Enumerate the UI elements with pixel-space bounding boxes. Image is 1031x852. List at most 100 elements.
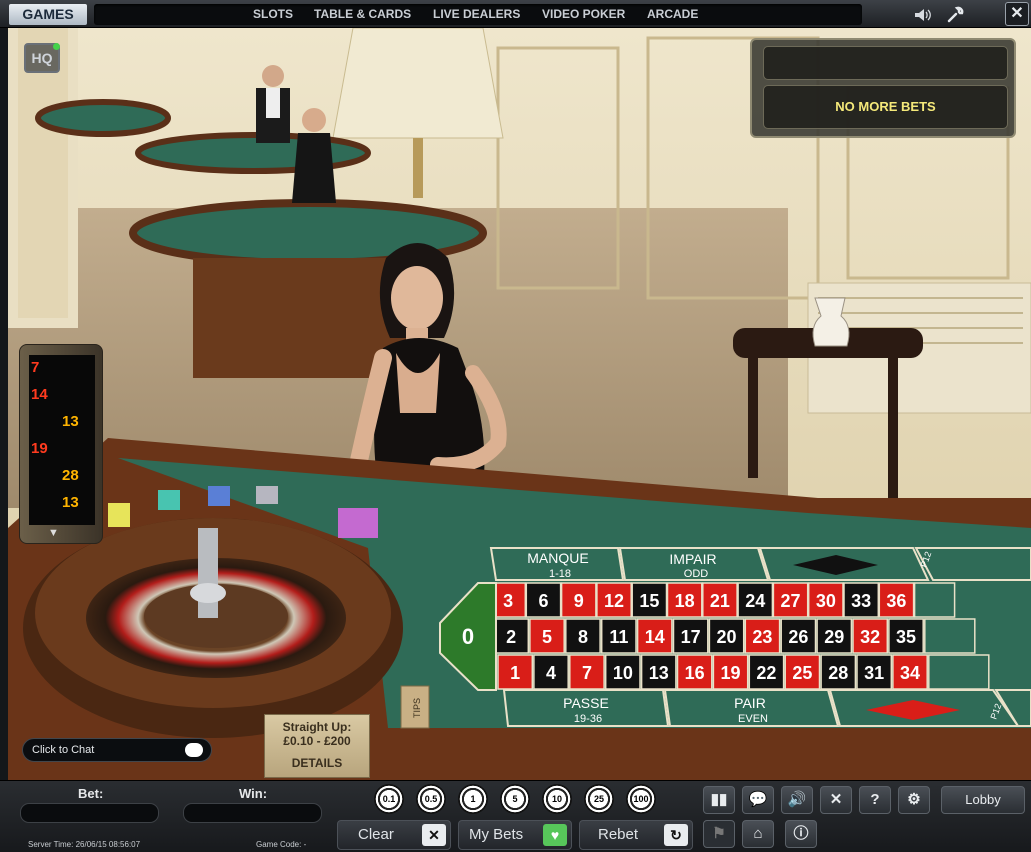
number-label: 35: [896, 627, 916, 647]
history-result: 13: [62, 413, 79, 430]
nav-item-live-dealers[interactable]: LIVE DEALERS: [433, 4, 520, 25]
number-label: 30: [816, 591, 836, 611]
column-bet-spot[interactable]: [924, 618, 976, 654]
number-label: 33: [851, 591, 871, 611]
number-label: 9: [574, 591, 584, 611]
number-label: 32: [860, 627, 880, 647]
chat-placeholder: Click to Chat: [32, 744, 95, 756]
close-icon: ✕: [1010, 5, 1024, 22]
passe-label: PASSE: [563, 695, 609, 711]
wrench-icon[interactable]: [944, 4, 966, 25]
my-bets-label: My Bets: [469, 826, 524, 843]
nav-item-video-poker[interactable]: VIDEO POKER: [542, 4, 625, 25]
bet-label: Bet:: [78, 786, 104, 801]
pair-label: PAIR: [734, 695, 766, 711]
number-label: 27: [781, 591, 801, 611]
number-label: 16: [685, 663, 705, 683]
home-icon: ⌂: [753, 825, 763, 842]
chevron-down-icon[interactable]: ▼: [48, 527, 59, 539]
chip-1[interactable]: 1: [458, 784, 488, 814]
rebet-button[interactable]: Rebet ↻: [579, 820, 693, 850]
number-label: 23: [752, 627, 772, 647]
number-label: 12: [604, 591, 624, 611]
number-label: 18: [675, 591, 695, 611]
clear-button[interactable]: Clear ✕: [337, 820, 451, 850]
nav-item-table-cards[interactable]: TABLE & CARDS: [314, 4, 411, 25]
settings-button[interactable]: ⚙: [898, 786, 930, 814]
chip-5[interactable]: 5: [500, 784, 530, 814]
number-label: 34: [900, 663, 920, 683]
manque-range: 1-18: [549, 568, 571, 580]
chip-100[interactable]: 100: [626, 784, 656, 814]
top-dozen-bet-spot[interactable]: [914, 547, 1031, 581]
info-button[interactable]: ⓘ: [785, 820, 817, 848]
manque-label: MANQUE: [527, 550, 588, 566]
number-label: 22: [756, 663, 776, 683]
help-icon: ?: [870, 791, 880, 808]
history-result: 13: [62, 494, 79, 511]
help-button[interactable]: ?: [859, 786, 891, 814]
number-label: 10: [613, 663, 633, 683]
games-tab[interactable]: GAMES: [9, 4, 87, 25]
nav-item-arcade[interactable]: ARCADE: [647, 4, 698, 25]
chat-bubble-icon: [185, 743, 203, 757]
history-result: 19: [31, 440, 48, 457]
flag-button[interactable]: ⚑: [703, 820, 735, 848]
gear-icon: ⚙: [907, 791, 921, 808]
number-label: 15: [639, 591, 659, 611]
impair-label: IMPAIR: [669, 551, 716, 567]
win-label: Win:: [239, 786, 268, 801]
bar-chart-icon: ▮▮: [710, 791, 728, 808]
statistics-button[interactable]: ▮▮: [703, 786, 735, 814]
number-label: 2: [506, 627, 516, 647]
number-label: 17: [681, 627, 701, 647]
live-video-stream: TIPS 3 6 9 12 15 18 21 24 27 30 33 36 2 5 8 11 14 17 20 23 2…: [8, 28, 1031, 780]
speaker-icon[interactable]: [912, 4, 934, 25]
number-label: 24: [745, 591, 765, 611]
even-label: EVEN: [738, 713, 768, 725]
column-bet-spot[interactable]: [913, 582, 956, 618]
sound-button[interactable]: 🔊: [781, 786, 813, 814]
live-indicator-icon: [53, 43, 60, 50]
chip-0-5[interactable]: 0.5: [416, 784, 446, 814]
chat-input[interactable]: Click to Chat: [22, 738, 212, 762]
chat-button[interactable]: 💬: [742, 786, 774, 814]
nav-item-slots[interactable]: SLOTS: [253, 4, 293, 25]
number-label: 1: [510, 663, 520, 683]
details-button[interactable]: DETAILS: [265, 756, 369, 770]
top-nav-bar: GAMES SLOTS TABLE & CARDS LIVE DEALERS V…: [0, 0, 1031, 28]
history-result: 7: [31, 359, 40, 376]
heart-icon: ♥: [543, 824, 567, 846]
win-amount-display: [183, 803, 322, 823]
game-status-panel: NO MORE BETS: [750, 38, 1016, 138]
close-button[interactable]: ✕: [1005, 2, 1029, 26]
number-label: 28: [828, 663, 848, 683]
chip-0-1[interactable]: 0.1: [374, 784, 404, 814]
limit-type-label: Straight Up:: [282, 720, 352, 734]
server-time: Server Time: 26/06/15 08:56:07: [28, 840, 141, 849]
passe-range: 19-36: [574, 713, 602, 725]
status-display-top: [763, 46, 1008, 80]
column-bet-spot[interactable]: [928, 654, 990, 690]
number-label: 8: [578, 627, 588, 647]
results-history-list: 7 14 13 19 28 13: [29, 355, 95, 525]
table-limits-panel[interactable]: Straight Up: £0.10 - £200 DETAILS: [264, 714, 370, 778]
fullscreen-button[interactable]: ✕: [820, 786, 852, 814]
chip-10[interactable]: 10: [542, 784, 572, 814]
odd-label: ODD: [684, 568, 709, 580]
history-result: 28: [62, 467, 79, 484]
bet-amount-display: [20, 803, 159, 823]
speaker-icon: 🔊: [787, 791, 807, 808]
betting-table: 3 6 9 12 15 18 21 24 27 30 33 362 5 8 11 14 17 20 23 26 29 32…: [439, 547, 1031, 727]
chip-25[interactable]: 25: [584, 784, 614, 814]
lobby-button[interactable]: Lobby: [941, 786, 1025, 814]
zero-number: 0: [462, 624, 474, 649]
my-bets-button[interactable]: My Bets ♥: [458, 820, 572, 850]
number-label: 3: [503, 591, 513, 611]
clear-x-icon: ✕: [422, 824, 446, 846]
info-icon: ⓘ: [793, 825, 809, 842]
number-label: 7: [582, 663, 592, 683]
number-label: 20: [717, 627, 737, 647]
status-message: NO MORE BETS: [763, 85, 1008, 129]
home-button[interactable]: ⌂: [742, 820, 774, 848]
